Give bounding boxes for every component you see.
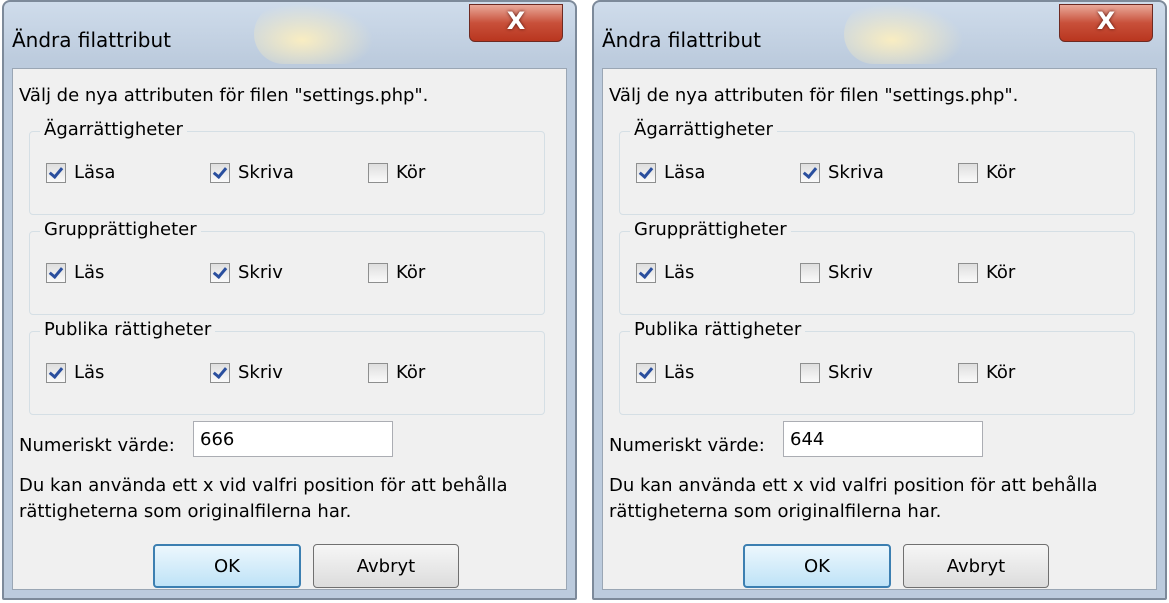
close-icon: X <box>506 7 526 35</box>
checkbox-box[interactable] <box>958 162 978 183</box>
public-execute-checkbox[interactable]: Kör <box>368 362 425 383</box>
checkbox-label: Läs <box>664 262 695 283</box>
checkbox-box[interactable] <box>636 262 656 283</box>
group-write-checkbox[interactable]: Skriv <box>800 262 873 283</box>
checkbox-label: Skriv <box>828 262 873 283</box>
owner-read-checkbox[interactable]: Läsa <box>636 162 705 183</box>
group-legend: Ägarrättigheter <box>630 119 777 140</box>
checkbox-label: Läsa <box>74 162 116 183</box>
checkbox-label: Skriva <box>238 162 294 183</box>
close-icon: X <box>1096 7 1116 35</box>
title-bar[interactable]: Ändra filattribut X <box>4 2 575 68</box>
public-read-checkbox[interactable]: Läs <box>636 362 694 383</box>
group-permissions-group: Grupprättigheter Läs Skriv Kör <box>29 219 545 315</box>
prompt-text: Välj de nya attributen för filen "settin… <box>19 85 429 106</box>
group-permissions-group: Grupprättigheter Läs Skriv Kör <box>619 219 1135 315</box>
checkbox-box[interactable] <box>958 262 978 283</box>
checkbox-box[interactable] <box>368 262 388 283</box>
checkbox-box[interactable] <box>210 262 230 283</box>
group-legend: Grupprättigheter <box>630 219 791 240</box>
ok-button[interactable]: OK <box>153 544 301 588</box>
owner-write-checkbox[interactable]: Skriva <box>210 162 294 183</box>
public-write-checkbox[interactable]: Skriv <box>210 362 283 383</box>
checkbox-label: Läs <box>74 362 105 383</box>
group-legend: Publika rättigheter <box>40 319 216 340</box>
checkbox-label: Skriva <box>828 162 884 183</box>
file-attributes-dialog: Ändra filattribut X Välj de nya attribut… <box>2 0 577 600</box>
public-execute-checkbox[interactable]: Kör <box>958 362 1015 383</box>
public-read-checkbox[interactable]: Läs <box>46 362 104 383</box>
numeric-value-input[interactable] <box>783 421 983 457</box>
file-attributes-dialog: Ändra filattribut X Välj de nya attribut… <box>592 0 1167 600</box>
cancel-button[interactable]: Avbryt <box>903 544 1049 588</box>
checkbox-box[interactable] <box>368 162 388 183</box>
ok-button[interactable]: OK <box>743 544 891 588</box>
checkbox-label: Kör <box>396 362 426 383</box>
checkbox-label: Läsa <box>664 162 706 183</box>
checkbox-box[interactable] <box>46 162 66 183</box>
checkbox-label: Skriv <box>238 262 283 283</box>
checkbox-box[interactable] <box>46 362 66 383</box>
close-button[interactable]: X <box>1059 4 1153 42</box>
public-write-checkbox[interactable]: Skriv <box>800 362 873 383</box>
checkbox-box[interactable] <box>210 362 230 383</box>
group-write-checkbox[interactable]: Skriv <box>210 262 283 283</box>
owner-execute-checkbox[interactable]: Kör <box>958 162 1015 183</box>
owner-permissions-group: Ägarrättigheter Läsa Skriva Kör <box>619 119 1135 215</box>
dialog-body: Välj de nya attributen för filen "settin… <box>602 68 1157 590</box>
group-legend: Publika rättigheter <box>630 319 806 340</box>
checkbox-label: Läs <box>664 362 695 383</box>
group-execute-checkbox[interactable]: Kör <box>958 262 1015 283</box>
checkbox-label: Kör <box>396 262 426 283</box>
public-permissions-group: Publika rättigheter Läs Skriv Kör <box>29 319 545 415</box>
hint-text: Du kan använda ett x vid valfri position… <box>19 475 508 522</box>
hint-text: Du kan använda ett x vid valfri position… <box>609 475 1098 522</box>
checkbox-box[interactable] <box>636 162 656 183</box>
checkbox-label: Kör <box>986 262 1016 283</box>
background-decoration <box>844 4 964 64</box>
prompt-text: Välj de nya attributen för filen "settin… <box>609 85 1019 106</box>
title-bar[interactable]: Ändra filattribut X <box>594 2 1165 68</box>
checkbox-box[interactable] <box>210 162 230 183</box>
numeric-value-label: Numeriskt värde: <box>19 435 175 456</box>
owner-permissions-group: Ägarrättigheter Läsa Skriva Kör <box>29 119 545 215</box>
public-permissions-group: Publika rättigheter Läs Skriv Kör <box>619 319 1135 415</box>
checkbox-label: Kör <box>396 162 426 183</box>
dialog-title: Ändra filattribut <box>602 28 761 52</box>
checkbox-box[interactable] <box>958 362 978 383</box>
checkbox-label: Skriv <box>828 362 873 383</box>
checkbox-box[interactable] <box>800 362 820 383</box>
checkbox-label: Kör <box>986 362 1016 383</box>
group-read-checkbox[interactable]: Läs <box>636 262 694 283</box>
owner-execute-checkbox[interactable]: Kör <box>368 162 425 183</box>
group-execute-checkbox[interactable]: Kör <box>368 262 425 283</box>
checkbox-label: Kör <box>986 162 1016 183</box>
checkbox-label: Läs <box>74 262 105 283</box>
group-legend: Grupprättigheter <box>40 219 201 240</box>
dialog-title: Ändra filattribut <box>12 28 171 52</box>
close-button[interactable]: X <box>469 4 563 42</box>
checkbox-box[interactable] <box>636 362 656 383</box>
numeric-value-input[interactable] <box>193 421 393 457</box>
checkbox-box[interactable] <box>800 162 820 183</box>
group-legend: Ägarrättigheter <box>40 119 187 140</box>
checkbox-label: Skriv <box>238 362 283 383</box>
checkbox-box[interactable] <box>800 262 820 283</box>
checkbox-box[interactable] <box>368 362 388 383</box>
cancel-button[interactable]: Avbryt <box>313 544 459 588</box>
numeric-value-label: Numeriskt värde: <box>609 435 765 456</box>
dialog-body: Välj de nya attributen för filen "settin… <box>12 68 567 590</box>
background-decoration <box>254 4 374 64</box>
checkbox-box[interactable] <box>46 262 66 283</box>
owner-write-checkbox[interactable]: Skriva <box>800 162 884 183</box>
group-read-checkbox[interactable]: Läs <box>46 262 104 283</box>
owner-read-checkbox[interactable]: Läsa <box>46 162 115 183</box>
